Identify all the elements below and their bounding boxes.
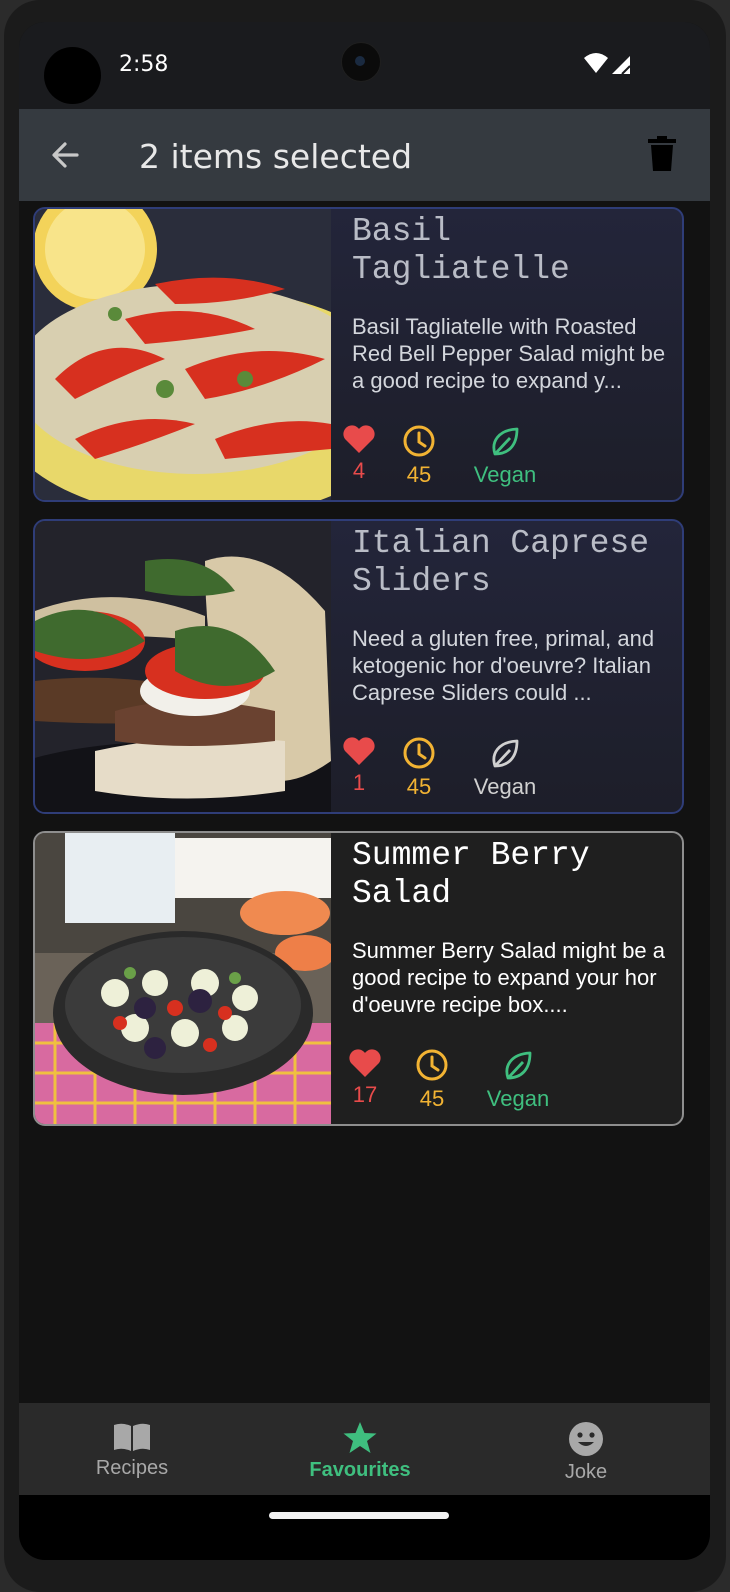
recipe-title: Basil Tagliatelle	[352, 213, 570, 288]
time-indicator: 45	[399, 424, 439, 488]
star-icon	[343, 1422, 377, 1453]
likes-indicator: 4	[341, 424, 377, 484]
nav-joke-label: Joke	[564, 1461, 608, 1483]
selection-count-title: 2 items selected	[139, 137, 413, 176]
minutes-value: 45	[406, 462, 432, 487]
clock-icon	[403, 737, 435, 769]
nav-favourites-label: Favourites	[309, 1459, 411, 1481]
gesture-navigation-area	[19, 1495, 710, 1560]
recipe-description: Summer Berry Salad might be a good recip…	[352, 938, 666, 1017]
likes-count: 1	[352, 770, 366, 795]
time-indicator: 45	[412, 1048, 452, 1112]
recipe-card[interactable]: Basil Tagliatelle Basil Tagliatelle with…	[33, 207, 684, 502]
nav-joke[interactable]: Joke	[486, 1403, 686, 1495]
app-screen: 2:58 2 items selected Basil Tagliatelle …	[19, 22, 710, 1560]
selection-app-bar: 2 items selected	[19, 109, 710, 201]
clock-icon	[403, 425, 435, 457]
heart-icon	[349, 1049, 381, 1077]
recipe-description: Basil Tagliatelle with Roasted Red Bell …	[352, 314, 666, 393]
leaf-icon	[505, 1051, 532, 1080]
diet-label: Vegan	[473, 462, 537, 487]
heart-icon	[343, 737, 375, 765]
status-icons	[584, 52, 636, 80]
likes-count: 4	[352, 458, 366, 483]
book-icon	[114, 1423, 150, 1451]
diet-label: Vegan	[473, 774, 537, 799]
device-frame: 2:58 2 items selected Basil Tagliatelle …	[4, 0, 726, 1592]
recipe-card[interactable]: Summer Berry Salad Summer Berry Salad mi…	[33, 831, 684, 1126]
nav-recipes-label: Recipes	[95, 1457, 169, 1479]
heart-icon	[343, 425, 375, 453]
minutes-value: 45	[419, 1086, 445, 1111]
leaf-icon	[492, 427, 519, 456]
recipe-description: Need a gluten free, primal, and ketogeni…	[352, 626, 655, 705]
status-bar: 2:58	[19, 22, 710, 109]
home-gesture-bar[interactable]	[269, 1512, 449, 1519]
leaf-icon	[492, 739, 519, 768]
recipe-image	[35, 833, 331, 1124]
signal-icon	[612, 56, 631, 75]
trash-icon	[648, 136, 676, 171]
vegan-indicator: Vegan	[478, 1048, 558, 1112]
vegan-indicator: Vegan	[465, 736, 545, 800]
time-indicator: 45	[399, 736, 439, 800]
diet-label: Vegan	[486, 1086, 550, 1111]
minutes-value: 45	[406, 774, 432, 799]
likes-indicator: 1	[341, 736, 377, 796]
back-button[interactable]	[47, 137, 83, 173]
camera-cutout	[44, 47, 101, 104]
wifi-icon	[584, 53, 608, 73]
clock-icon	[416, 1049, 448, 1081]
smiley-icon	[569, 1422, 603, 1456]
recipe-card[interactable]: Italian Caprese Sliders Need a gluten fr…	[33, 519, 684, 814]
recipe-image	[35, 521, 331, 812]
recipe-title: Italian Caprese Sliders	[352, 525, 650, 600]
likes-count: 17	[352, 1082, 378, 1107]
vegan-indicator: Vegan	[465, 424, 545, 488]
status-time: 2:58	[119, 52, 169, 77]
arrow-left-icon	[52, 142, 79, 168]
delete-button[interactable]	[646, 135, 678, 173]
likes-indicator: 17	[347, 1048, 383, 1108]
front-camera	[341, 42, 381, 82]
recipe-title: Summer Berry Salad	[352, 837, 590, 912]
nav-recipes[interactable]: Recipes	[32, 1403, 232, 1495]
bottom-navigation: Recipes Favourites Joke	[19, 1403, 710, 1495]
nav-favourites[interactable]: Favourites	[260, 1403, 460, 1495]
recipe-image	[35, 209, 331, 500]
